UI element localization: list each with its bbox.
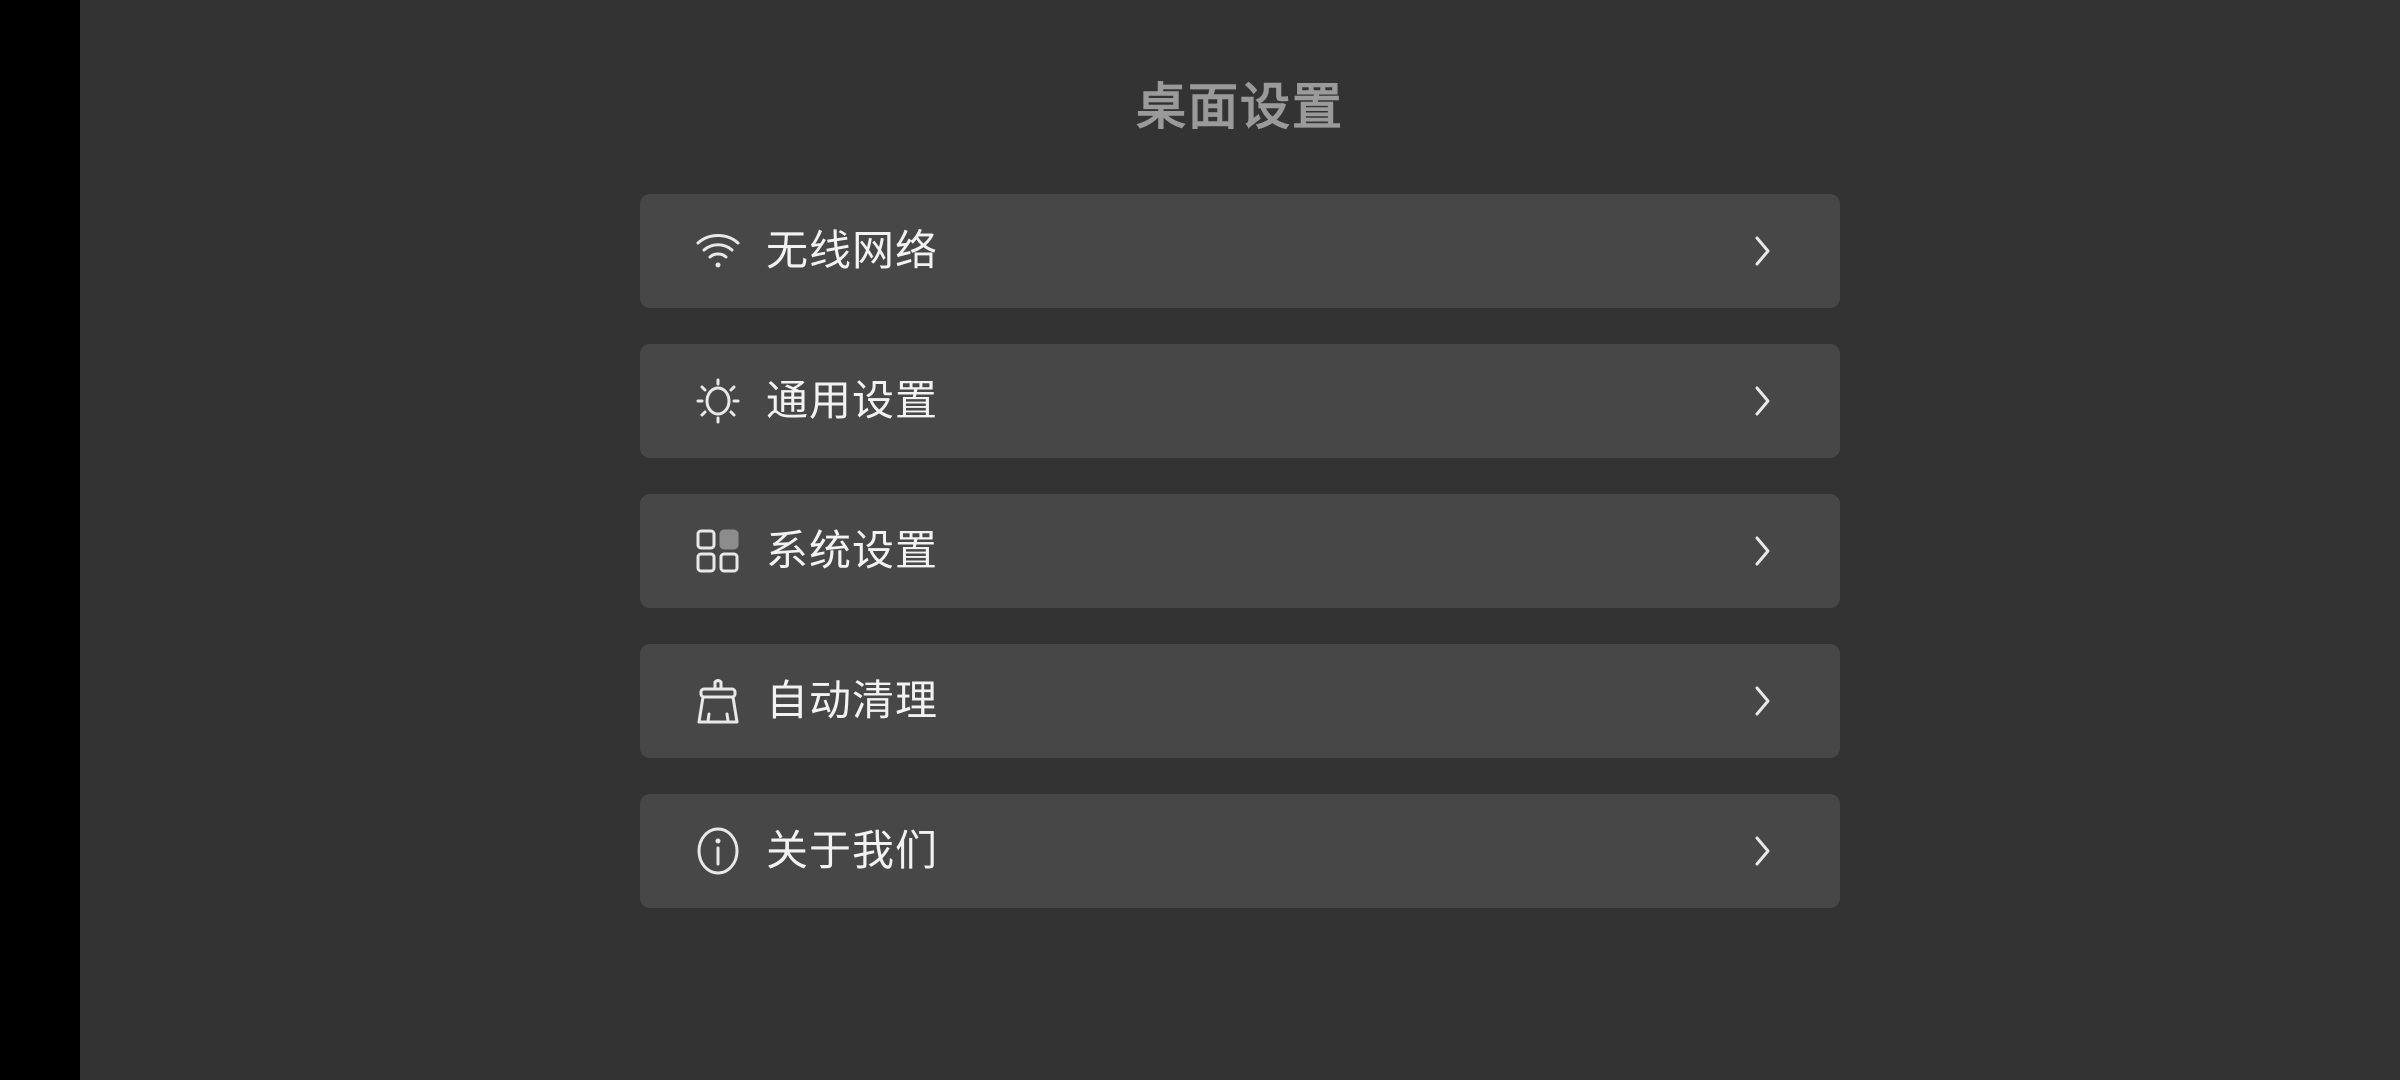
settings-menu-list: 无线网络 通用设置 系统设置 自动清理 关于我们 xyxy=(640,194,1840,944)
grid-apps-icon xyxy=(694,527,742,575)
menu-item-general-settings[interactable]: 通用设置 xyxy=(640,344,1840,458)
menu-item-system-settings[interactable]: 系统设置 xyxy=(640,494,1840,608)
chevron-right-icon xyxy=(1744,233,1780,269)
menu-item-label: 无线网络 xyxy=(766,226,939,275)
menu-item-wireless-network[interactable]: 无线网络 xyxy=(640,194,1840,308)
chevron-right-icon xyxy=(1744,683,1780,719)
left-edge-strip xyxy=(0,0,80,1080)
page-title: 桌面设置 xyxy=(1136,78,1344,136)
info-icon xyxy=(694,827,742,875)
desktop-settings-screen: 桌面设置 无线网络 通用设置 系统设置 自动清理 关于我们 xyxy=(0,0,2400,1080)
menu-item-about-us[interactable]: 关于我们 xyxy=(640,794,1840,908)
broom-icon xyxy=(694,677,742,725)
chevron-right-icon xyxy=(1744,383,1780,419)
menu-item-label: 自动清理 xyxy=(766,676,939,725)
menu-item-label: 关于我们 xyxy=(766,826,939,875)
chevron-right-icon xyxy=(1744,533,1780,569)
menu-item-label: 通用设置 xyxy=(766,376,939,425)
sun-gear-icon xyxy=(694,377,742,425)
menu-item-auto-clean[interactable]: 自动清理 xyxy=(640,644,1840,758)
chevron-right-icon xyxy=(1744,833,1780,869)
wifi-icon xyxy=(694,227,742,275)
menu-item-label: 系统设置 xyxy=(766,526,939,575)
